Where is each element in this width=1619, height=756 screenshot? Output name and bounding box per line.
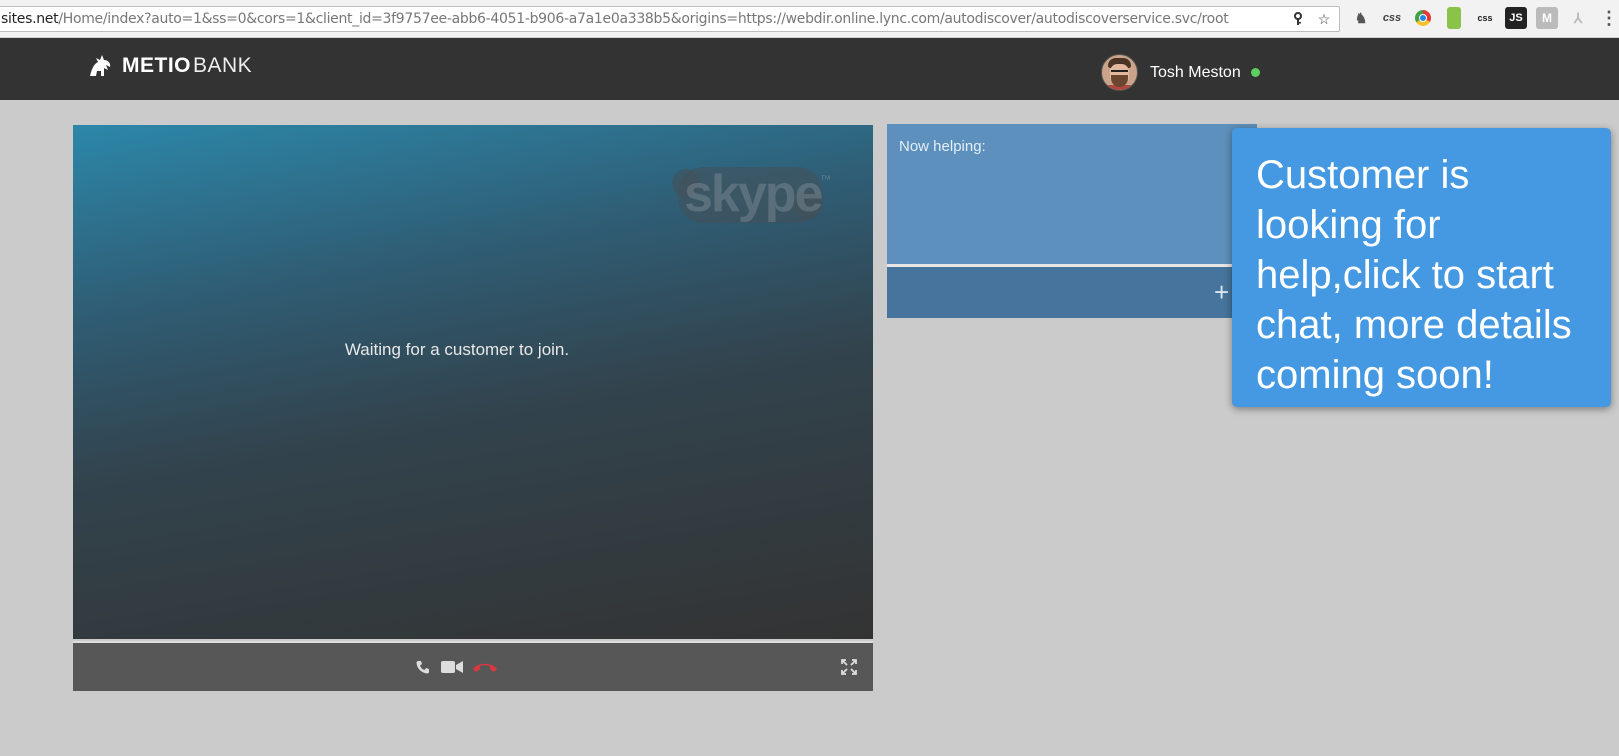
user-name: Tosh Meston [1150,63,1241,81]
chrome-ext-icon[interactable] [1415,10,1431,26]
now-helping-panel: Now helping: [887,124,1257,264]
logo-text-metio: METIO [122,54,191,77]
m-ext-icon[interactable]: M [1536,7,1558,29]
skype-logo-icon: skype ™ [672,165,831,223]
logo-text-bank: BANK [193,54,253,77]
svg-text:skype: skype [684,165,823,223]
pdf-ext-icon[interactable]: ⅄ [1567,7,1589,29]
green-ext-icon[interactable] [1447,7,1461,29]
app-header: METIO BANK Tosh Meston [0,38,1619,100]
css-ext-icon[interactable]: css [1474,7,1496,29]
js-ext-icon[interactable]: JS [1505,7,1527,29]
fullscreen-icon[interactable] [840,657,858,677]
svg-text:™: ™ [820,174,831,186]
address-bar[interactable]: sites.net/Home/index?auto=1&ss=0&cors=1&… [0,6,1340,32]
video-stage: skype ™ Waiting for a customer to join. [73,125,873,639]
online-status-icon [1250,68,1260,77]
video-camera-icon[interactable] [440,657,464,677]
add-bar[interactable]: + [887,267,1257,318]
metio-bank-logo[interactable]: METIO BANK [86,52,252,80]
css-viewer-icon[interactable]: css [1381,7,1403,29]
avatar[interactable] [1101,54,1138,91]
hang-up-icon[interactable] [472,657,498,677]
waiting-message: Waiting for a customer to join. [344,340,570,359]
key-icon[interactable] [1289,10,1307,28]
url-text[interactable]: sites.net/Home/index?auto=1&ss=0&cors=1&… [1,11,1241,27]
menu-icon[interactable]: ⋮ [1598,7,1619,29]
griffin-logo-icon [90,55,111,76]
star-icon[interactable]: ☆ [1315,10,1333,28]
call-controls [73,641,873,691]
ghostery-icon[interactable]: ♞ [1350,7,1372,29]
now-helping-label: Now helping: [899,138,986,155]
browser-toolbar: sites.net/Home/index?auto=1&ss=0&cors=1&… [0,0,1619,38]
phone-icon[interactable] [415,657,431,677]
user-profile[interactable]: Tosh Meston [1101,54,1260,91]
add-button[interactable]: + [1214,277,1229,308]
customer-notification-toast[interactable]: Customer is looking for help,click to st… [1232,128,1611,407]
